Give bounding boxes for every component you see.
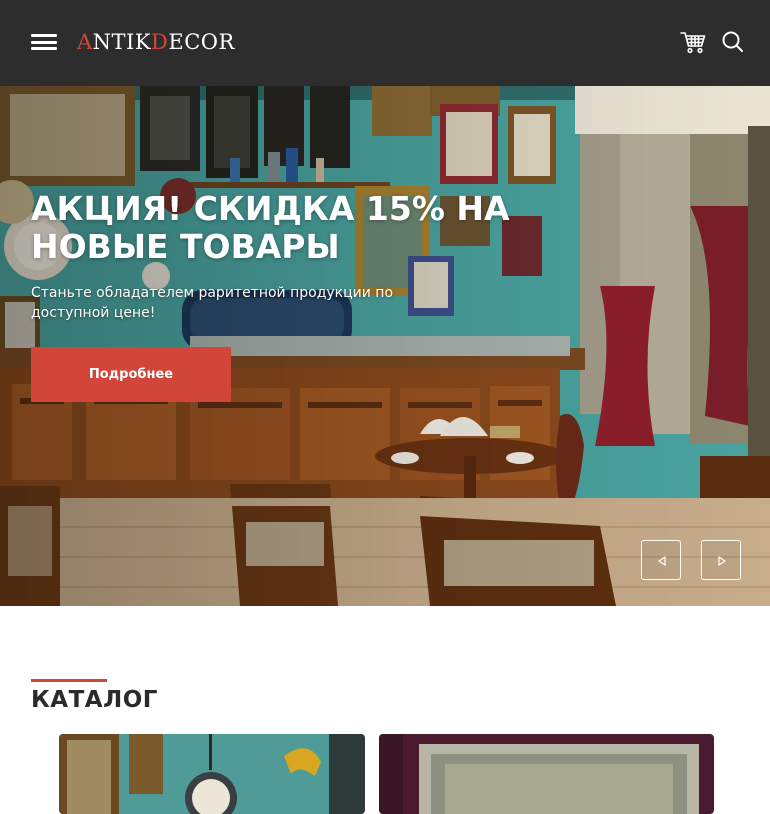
catalog-title-accent xyxy=(31,679,107,682)
details-button[interactable]: Подробнее xyxy=(31,347,231,402)
triangle-left-icon xyxy=(658,556,666,566)
hero-subtitle: Станьте обладателем раритетной продукции… xyxy=(31,285,394,321)
site-logo[interactable]: ANTIKDECOR xyxy=(77,28,235,56)
catalog-card[interactable] xyxy=(59,734,365,814)
antique-clock-photo xyxy=(59,734,365,814)
shopping-cart-icon[interactable] xyxy=(679,28,707,56)
triangle-right-icon xyxy=(718,556,726,566)
hero-overlay xyxy=(0,86,770,606)
site-header: ANTIKDECOR xyxy=(0,0,770,86)
slider-next-button[interactable] xyxy=(701,540,741,580)
slider-prev-button[interactable] xyxy=(641,540,681,580)
catalog-card[interactable] xyxy=(379,734,714,814)
search-icon[interactable] xyxy=(719,28,747,56)
hamburger-menu-icon[interactable] xyxy=(31,34,57,50)
logo-letter-a: A xyxy=(77,30,93,54)
logo-text-part-end: ECOR xyxy=(168,30,235,54)
hero-slider: Акция! Скидка 15% на новые товары Станьт… xyxy=(0,86,770,606)
hero-title: Акция! Скидка 15% на новые товары xyxy=(31,189,510,266)
catalog-title: КАТАЛОГ xyxy=(31,687,158,713)
framed-painting-photo xyxy=(379,734,714,814)
logo-text-part: NTIK xyxy=(92,30,152,54)
logo-letter-d: D xyxy=(151,30,169,54)
